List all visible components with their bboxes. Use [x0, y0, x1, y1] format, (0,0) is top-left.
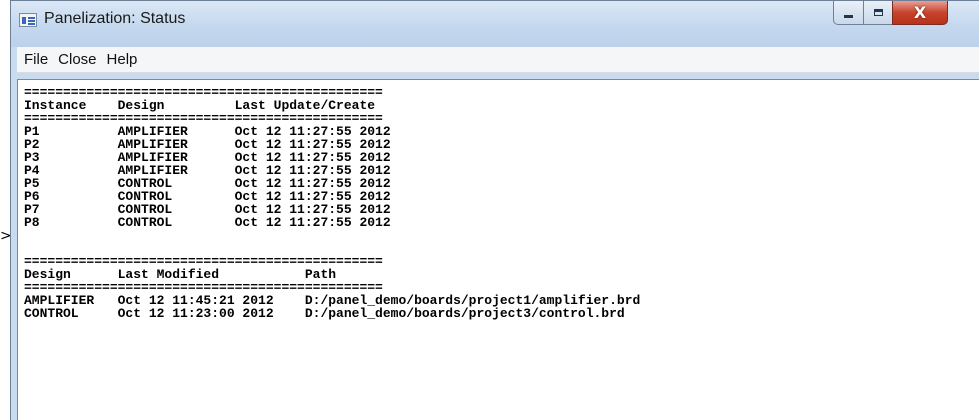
app-window-icon: [19, 13, 37, 27]
menu-bar: File Close Help: [17, 47, 979, 73]
window-title: Panelization: Status: [44, 10, 186, 27]
minimize-icon: [844, 15, 853, 18]
close-icon: X: [913, 3, 927, 22]
maximize-icon: [873, 9, 883, 16]
status-text-area[interactable]: ========================================…: [17, 79, 979, 420]
minimize-button[interactable]: [833, 1, 864, 25]
menu-file[interactable]: File: [19, 51, 53, 68]
maximize-button[interactable]: [863, 1, 893, 25]
title-bar[interactable]: Panelization: Status X: [11, 1, 979, 47]
status-report: ========================================…: [24, 85, 641, 321]
panelization-status-window: Panelization: Status X File Close Help =…: [10, 0, 979, 420]
menu-help[interactable]: Help: [102, 51, 143, 68]
close-button[interactable]: X: [892, 1, 948, 25]
menu-close[interactable]: Close: [53, 51, 101, 68]
